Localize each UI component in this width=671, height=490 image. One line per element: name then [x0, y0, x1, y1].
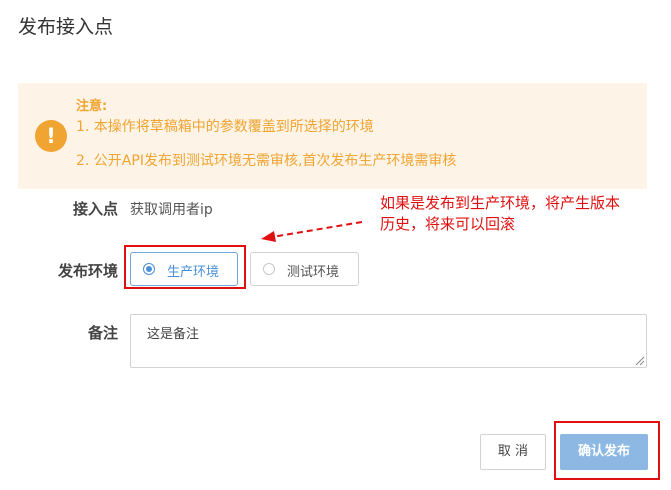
resize-grip-icon[interactable] — [633, 354, 645, 366]
endpoint-value: 获取调用者ip — [130, 202, 213, 218]
endpoint-label: 接入点 — [72, 200, 118, 218]
env-option-test[interactable]: 测试环境 — [250, 252, 359, 286]
notice-heading: 注意: — [76, 99, 108, 114]
radio-unselected-icon — [263, 263, 275, 275]
notice-box: ! 注意: 1. 本操作将草稿箱中的参数覆盖到所选择的环境 2. 公开API发布… — [18, 83, 647, 189]
exclamation-icon: ! — [35, 120, 67, 152]
remark-label: 备注 — [87, 324, 118, 342]
env-option-test-label: 测试环境 — [287, 265, 340, 280]
cancel-button[interactable]: 取 消 — [480, 434, 546, 470]
notice-line-1: 1. 本操作将草稿箱中的参数覆盖到所选择的环境 — [76, 119, 374, 135]
annotation-arrow-icon — [261, 221, 363, 242]
env-label: 发布环境 — [57, 262, 118, 280]
notice-line-2: 2. 公开API发布到测试环境无需审核,首次发布生产环境需审核 — [76, 153, 457, 169]
dialog-title: 发布接入点 — [18, 16, 114, 38]
highlight-box-production — [124, 245, 246, 289]
annotation-text: 如果是发布到生产环境，将产生版本历史，将来可以回滚 — [380, 194, 621, 233]
remark-textarea[interactable]: 这是备注 — [130, 314, 647, 368]
highlight-box-confirm — [554, 421, 660, 480]
